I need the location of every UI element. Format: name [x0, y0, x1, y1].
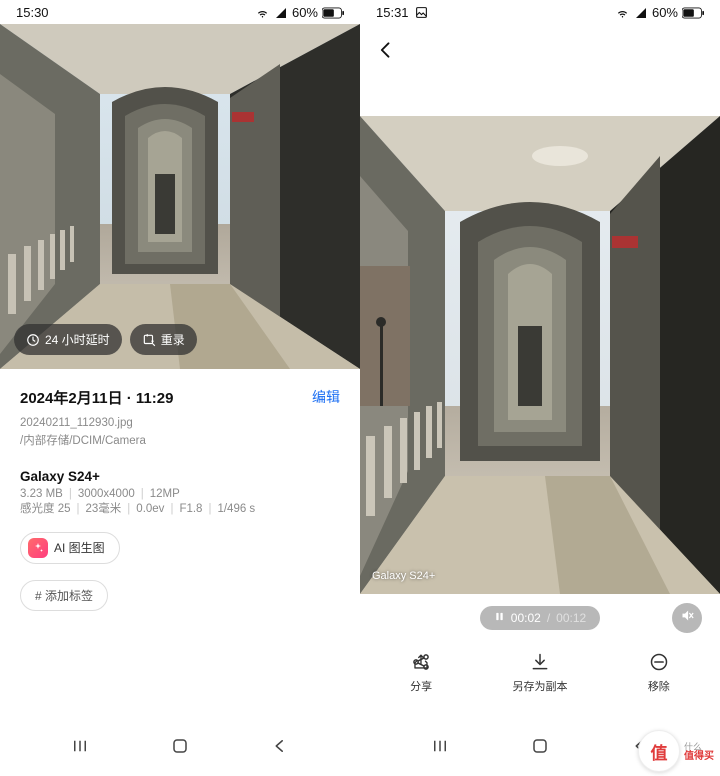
meta-line-2: 感光度 25|23毫米|0.0ev|F1.8|1/496 s [20, 500, 340, 516]
mute-button[interactable] [672, 603, 702, 633]
video-viewer: Galaxy S24+ 00:02 / 00:12 分享 另存为副本 [360, 116, 720, 694]
status-right: 60% [615, 5, 704, 20]
filename: 20240211_112930.jpg [20, 414, 340, 432]
delay-label: 24 小时延时 [45, 331, 110, 348]
clock-icon [26, 333, 40, 347]
badge-circle: 值 [638, 730, 680, 772]
signal-icon [634, 7, 648, 19]
action-row: 分享 另存为副本 移除 [360, 652, 720, 694]
back-button[interactable] [376, 40, 704, 60]
time-total: 00:12 [556, 611, 586, 625]
remove-label: 移除 [648, 678, 670, 694]
battery-text: 60% [292, 5, 318, 20]
remove-icon [649, 652, 669, 672]
time-sep: / [547, 611, 550, 625]
video-frame[interactable]: Galaxy S24+ [360, 116, 720, 594]
back-row [360, 24, 720, 66]
phone-left: 15:30 60% [0, 0, 360, 776]
add-tag-chip[interactable]: # 添加标签 [20, 580, 108, 611]
mute-icon [680, 608, 695, 628]
status-time: 15:31 [376, 5, 409, 20]
nav-back-icon[interactable] [271, 737, 289, 760]
battery-icon [322, 7, 344, 19]
battery-icon [682, 7, 704, 19]
phone-right: 15:31 60% [360, 0, 720, 776]
rerecord-pill[interactable]: 重录 [130, 324, 197, 355]
share-label: 分享 [410, 678, 432, 694]
meta-line-1: 3.23 MB|3000x4000|12MP [20, 488, 340, 500]
status-bar: 15:31 60% [360, 0, 720, 24]
photo-details: 2024年2月11日 · 11:29 编辑 20240211_112930.jp… [0, 369, 360, 611]
floating-badge[interactable]: 值 什么 值得买 [638, 730, 714, 772]
time-current: 00:02 [511, 611, 541, 625]
nav-bar [0, 727, 360, 770]
ai-chip-label: AI 图生图 [54, 539, 105, 556]
delay-pill[interactable]: 24 小时延时 [14, 324, 122, 355]
status-right: 60% [255, 5, 344, 20]
tag-chip-label: # 添加标签 [35, 587, 93, 604]
play-bar: 00:02 / 00:12 [360, 606, 720, 630]
pause-icon [494, 611, 505, 625]
device-model: Galaxy S24+ [20, 469, 340, 484]
filepath: /内部存储/DCIM/Camera [20, 432, 340, 450]
nav-recents-icon[interactable] [431, 737, 449, 760]
badge-text: 什么 值得买 [684, 741, 714, 762]
ai-sparkle-icon [28, 538, 48, 558]
ai-image-chip[interactable]: AI 图生图 [20, 532, 120, 564]
play-pill[interactable]: 00:02 / 00:12 [480, 606, 600, 630]
download-icon [530, 652, 550, 672]
battery-text: 60% [652, 5, 678, 20]
nav-recents-icon[interactable] [71, 737, 89, 760]
signal-icon [274, 7, 288, 19]
save-copy-button[interactable]: 另存为副本 [512, 652, 567, 694]
status-bar: 15:30 60% [0, 0, 360, 24]
status-time: 15:30 [16, 5, 49, 20]
picture-icon [415, 6, 428, 19]
wifi-icon [255, 7, 270, 19]
wifi-icon [615, 7, 630, 19]
share-button[interactable]: 分享 [410, 652, 432, 694]
watermark-text: Galaxy S24+ [372, 570, 435, 582]
rerecord-label: 重录 [161, 331, 185, 348]
photo-overlay-pills: 24 小时延时 重录 [14, 324, 197, 355]
share-icon [411, 652, 431, 672]
edit-button[interactable]: 编辑 [312, 387, 340, 407]
remove-button[interactable]: 移除 [648, 652, 670, 694]
photo-datetime: 2024年2月11日 · 11:29 [20, 387, 173, 408]
save-copy-label: 另存为副本 [512, 678, 567, 694]
photo-preview[interactable]: 24 小时延时 重录 [0, 24, 360, 369]
nav-home-icon[interactable] [531, 737, 549, 760]
nav-home-icon[interactable] [171, 737, 189, 760]
rerecord-icon [142, 333, 156, 347]
